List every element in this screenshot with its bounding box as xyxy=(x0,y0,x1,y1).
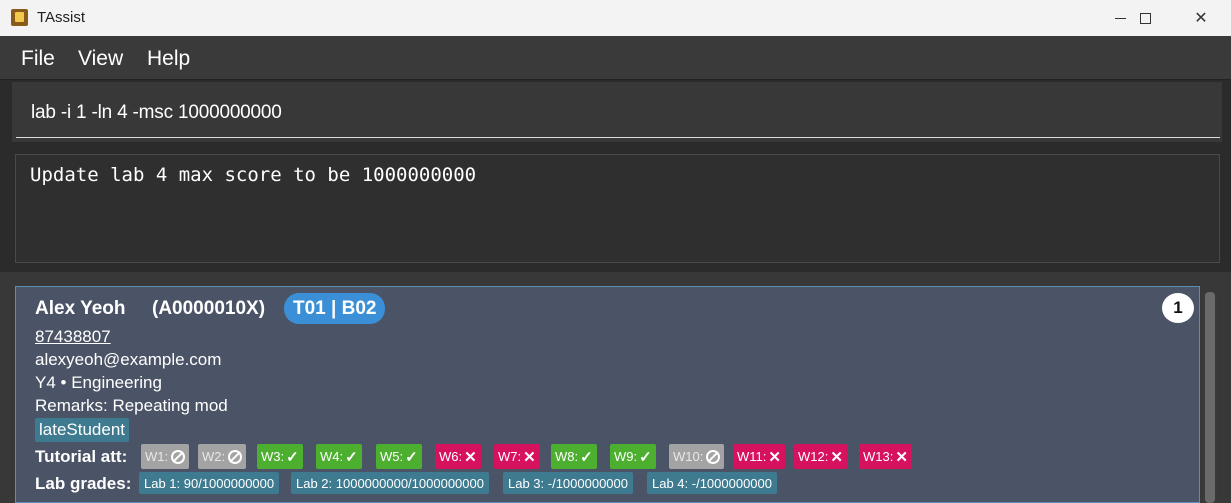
attendance-week: W3: xyxy=(261,449,285,464)
excused-icon xyxy=(706,449,721,464)
lab-grade-chip: Lab 1: 90/1000000000 xyxy=(139,472,280,494)
attendance-chip: W12: ✕ xyxy=(794,444,847,469)
menu-help[interactable]: Help xyxy=(147,47,190,71)
attendance-chip: W6: ✕ xyxy=(435,444,481,469)
attendance-chip: W10: xyxy=(669,444,725,469)
lab-grades-label: Lab grades: xyxy=(35,474,132,493)
attendance-week: W1: xyxy=(145,449,169,464)
attendance-week: W9: xyxy=(614,449,638,464)
attendance-chip: W8: ✓ xyxy=(551,444,597,469)
attendance-week: W4: xyxy=(320,449,344,464)
command-underline xyxy=(16,137,1220,138)
attendance-chip: W7: ✕ xyxy=(494,444,540,469)
excused-icon xyxy=(228,449,243,464)
title-bar: TAssist ✕ xyxy=(0,0,1231,36)
attendance-chip: W5: ✓ xyxy=(376,444,422,469)
attendance-chip: W1: xyxy=(141,444,190,469)
cross-icon: ✕ xyxy=(464,448,477,466)
lab-grade-chip: Lab 3: -/1000000000 xyxy=(503,472,633,494)
attendance-week: W10: xyxy=(673,449,704,464)
check-icon: ✓ xyxy=(580,448,593,466)
attendance-chip: W4: ✓ xyxy=(316,444,362,469)
excused-icon xyxy=(171,449,186,464)
lab-grade-chip: Lab 2: 1000000000/1000000000 xyxy=(291,472,489,494)
lab-grade-chip: Lab 4: -/1000000000 xyxy=(647,472,777,494)
cross-icon: ✕ xyxy=(768,448,781,466)
attendance-week: W6: xyxy=(439,449,463,464)
attendance-week: W5: xyxy=(380,449,404,464)
menu-bar: File View Help xyxy=(0,36,1231,80)
student-tag: lateStudent xyxy=(35,418,130,442)
menu-file[interactable]: File xyxy=(21,47,55,71)
group-badge: T01 | B02 xyxy=(284,293,386,324)
cross-icon: ✕ xyxy=(830,448,843,466)
attendance-week: W8: xyxy=(555,449,579,464)
attendance-chip: W13: ✕ xyxy=(859,444,912,469)
student-phone[interactable]: 87438807 xyxy=(35,327,111,347)
attendance-week: W12: xyxy=(798,449,829,464)
student-id: (A0000010X) xyxy=(152,298,266,319)
attendance-chip: W11: ✕ xyxy=(733,444,785,469)
command-box[interactable]: lab -i 1 -ln 4 -msc 1000000000 xyxy=(12,82,1222,142)
close-icon: ✕ xyxy=(1194,10,1208,27)
cross-icon: ✕ xyxy=(895,448,908,466)
check-icon: ✓ xyxy=(405,448,418,466)
scroll-thumb[interactable] xyxy=(1205,292,1215,503)
maximize-button[interactable] xyxy=(1122,0,1168,36)
command-input[interactable]: lab -i 1 -ln 4 -msc 1000000000 xyxy=(31,102,282,124)
attendance-label: Tutorial att: xyxy=(35,447,128,466)
student-name: Alex Yeoh xyxy=(35,298,126,319)
check-icon: ✓ xyxy=(286,448,299,466)
list-scrollbar[interactable] xyxy=(1203,292,1217,503)
attendance-chip: W3: ✓ xyxy=(257,444,303,469)
close-button[interactable]: ✕ xyxy=(1178,0,1224,36)
attendance-week: W13: xyxy=(863,449,894,464)
attendance-chip: W2: xyxy=(198,444,247,469)
attendance-week: W7: xyxy=(498,449,522,464)
maximize-icon xyxy=(1139,12,1151,24)
student-remarks: Remarks: Repeating mod xyxy=(35,396,228,415)
index-badge: 1 xyxy=(1162,293,1194,323)
attendance-week: W2: xyxy=(202,449,226,464)
cross-icon: ✕ xyxy=(523,448,536,466)
result-text: Update lab 4 max score to be 1000000000 xyxy=(30,164,477,186)
attendance-week: W11: xyxy=(737,449,767,464)
student-year-faculty: Y4 • Engineering xyxy=(35,373,162,392)
check-icon: ✓ xyxy=(345,448,358,466)
window-title: TAssist xyxy=(37,9,86,26)
menu-view[interactable]: View xyxy=(78,47,123,71)
result-display: Update lab 4 max score to be 1000000000 xyxy=(15,154,1220,263)
attendance-chip: W9: ✓ xyxy=(610,444,656,469)
student-email: alexyeoh@example.com xyxy=(35,350,222,369)
check-icon: ✓ xyxy=(639,448,652,466)
app-icon xyxy=(11,9,28,26)
